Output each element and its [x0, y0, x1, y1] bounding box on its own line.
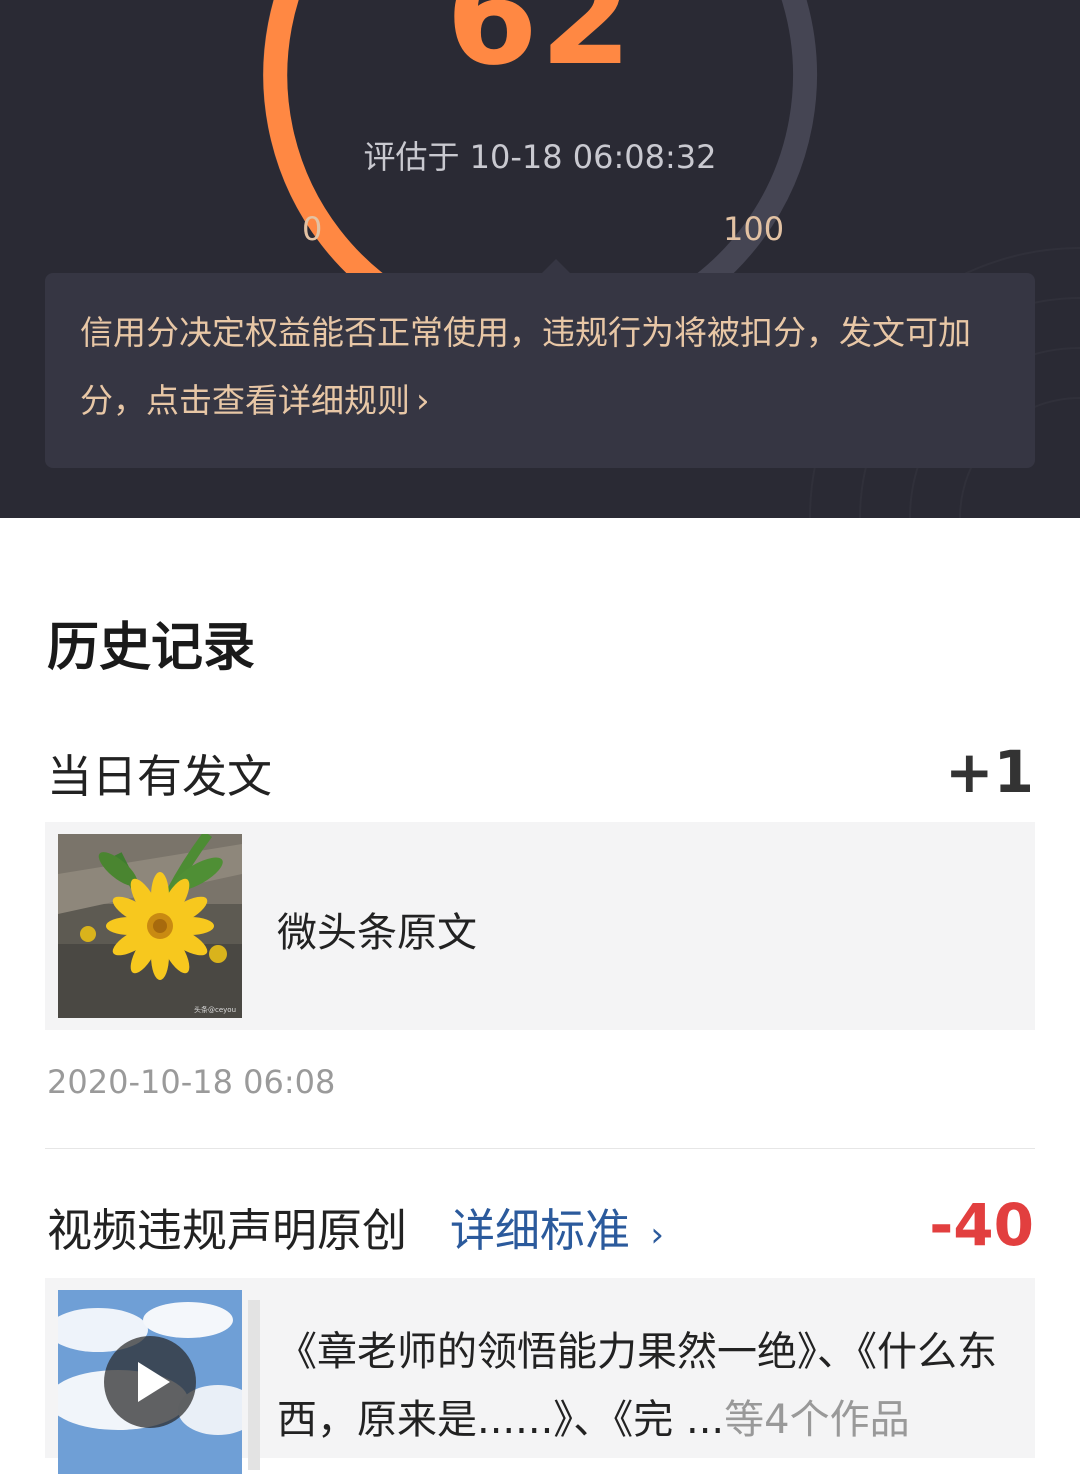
gauge-max-label: 100 — [723, 210, 785, 248]
record-title: 视频违规声明原创 — [47, 1204, 408, 1257]
record-card-text: 《章老师的领悟能力果然一绝》、《什么东西，原来是......》、《完 ...等4… — [277, 1318, 1012, 1454]
record-content-card[interactable]: 《章老师的领悟能力果然一绝》、《什么东西，原来是......》、《完 ...等4… — [45, 1278, 1035, 1474]
flower-photo-thumbnail: 头条@ceyou — [58, 834, 242, 1018]
history-title: 历史记录 — [47, 618, 256, 678]
record-card-text: 微头条原文 — [277, 910, 477, 956]
notice-pointer — [541, 259, 571, 274]
stacked-thumbnails-edge — [248, 1300, 260, 1470]
detailed-standard-link[interactable]: 详细标准 › — [450, 1194, 664, 1259]
record-title: 当日有发文 — [47, 750, 273, 803]
credit-rules-notice[interactable]: 信用分决定权益能否正常使用，违规行为将被扣分，发文可加分，点击查看详细规则 › — [45, 259, 1035, 468]
record-divider — [45, 1148, 1035, 1149]
notice-text: 信用分决定权益能否正常使用，违规行为将被扣分，发文可加分，点击查看详细规则 — [80, 313, 971, 420]
work-count: 等4个作品 — [724, 1397, 910, 1443]
record-content-card[interactable]: 头条@ceyou 微头条原文 — [45, 822, 1035, 1030]
credit-score-header: 62 评估于 10-18 06:08:32 0 100 信用分决定权益能否正常使… — [0, 0, 1080, 518]
record-date: 2020-10-18 06:08 — [47, 1063, 336, 1101]
chevron-right-icon: › — [650, 1215, 664, 1255]
detailed-standard-label: 详细标准 — [450, 1204, 631, 1257]
credit-score-value: 62 — [446, 0, 634, 95]
chevron-right-icon: › — [416, 381, 430, 421]
gauge-min-label: 0 — [302, 210, 323, 248]
evaluation-time: 评估于 10-18 06:08:32 — [363, 138, 717, 176]
record-score: +1 — [945, 738, 1034, 806]
record-score: -40 — [929, 1191, 1034, 1259]
sky-video-thumbnail — [58, 1290, 242, 1474]
thumbnail-watermark: 头条@ceyou — [194, 1005, 236, 1014]
